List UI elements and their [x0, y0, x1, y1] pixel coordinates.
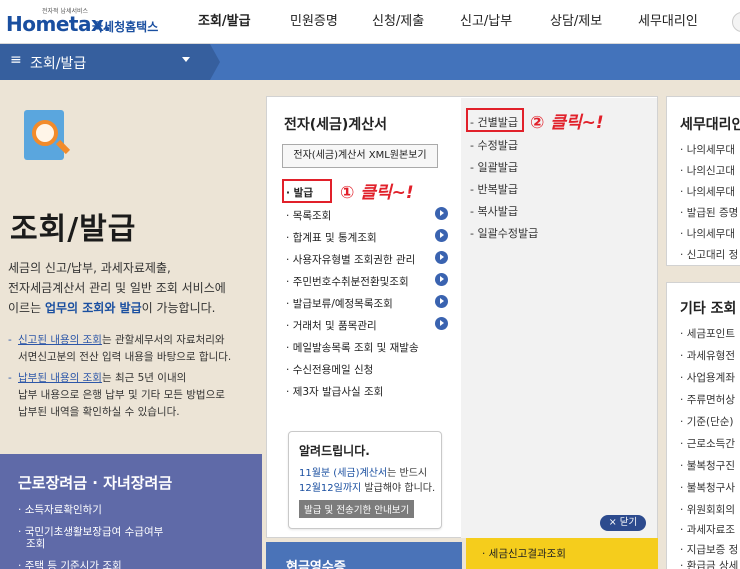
arrow-right-icon[interactable] — [435, 295, 448, 308]
menu-dropdown-label: 조회/발급 — [30, 56, 87, 72]
other-inquiry-link[interactable]: 환급금 상세 — [680, 558, 739, 569]
section-title-e-invoice: 전자(세금)계산서 — [284, 117, 387, 133]
other-inquiry-link[interactable]: 과세유형전 — [680, 348, 735, 363]
nav-report-pay[interactable]: 신고/납부 — [460, 0, 512, 44]
nav-apply-submit[interactable]: 신청/제출 — [372, 0, 424, 44]
menu-item-list-inquiry[interactable]: 목록조회 — [286, 208, 332, 223]
menu-dropdown[interactable]: ≡ 조회/발급 — [0, 44, 210, 80]
menu-arrow-decoration — [210, 44, 220, 80]
close-button[interactable]: × 닫기 — [600, 515, 646, 531]
arrow-right-icon[interactable] — [435, 207, 448, 220]
menu-item-receive-mail[interactable]: 수신전용메일 신청 — [286, 362, 374, 377]
other-inquiry-link[interactable]: 지급보증 정 — [680, 542, 739, 557]
arrow-right-icon[interactable] — [435, 317, 448, 330]
chevron-down-icon — [182, 57, 190, 62]
tax-agent-link[interactable]: 나의세무대 — [680, 184, 735, 199]
desc-line-2: 전자세금계산서 관리 및 일반 조회 서비스에 — [8, 281, 226, 295]
logo-korean: 국세청홈택스 — [92, 20, 159, 34]
incentive-box-title: 근로장려금 · 자녀장려금 — [18, 474, 173, 492]
more-icon[interactable] — [732, 12, 740, 32]
other-inquiry-link[interactable]: 기준(단순) — [680, 414, 734, 429]
submenu-bulk-issue[interactable]: 일괄발급 — [470, 159, 517, 175]
menu-item-third-party[interactable]: 제3자 발급사실 조회 — [286, 384, 384, 399]
link-tax-report-result[interactable]: · 세금신고결과조회 — [482, 546, 566, 561]
other-inquiry-link[interactable]: 근로소득간 — [680, 436, 735, 451]
nav-inquiry-issue[interactable]: 조회/발급 — [198, 0, 251, 44]
notice-body: 11월분 (세금)계산서는 반드시 12월12일까지 발급해야 합니다. — [299, 468, 436, 494]
submenu-bulk-revised-issue[interactable]: 일괄수정발급 — [470, 225, 538, 241]
hamburger-icon: ≡ — [10, 52, 22, 68]
highlight-box-single-issue — [466, 108, 524, 132]
incentive-box: 근로장려금 · 자녀장려금 · 소득자료확인하기 · 국민기초생활보장급여 수급… — [0, 454, 262, 569]
submenu-repeat-issue[interactable]: 반복발급 — [470, 181, 517, 197]
top-header: 전자적 납세서비스 Hometax. 국세청홈택스 조회/발급 민원증명 신청/… — [0, 0, 740, 44]
tax-agent-link[interactable]: 나의세무대 — [680, 142, 735, 157]
tax-agent-link[interactable]: 나의신고대 — [680, 163, 735, 178]
note-paid-inquiry: - 납부된 내용의 조회는 최근 5년 이내의 납부 내용으로 은행 납부 및 … — [8, 372, 225, 418]
page-title: 조회/발급 — [10, 212, 137, 247]
arrow-right-icon[interactable] — [435, 229, 448, 242]
desc-line-1: 세금의 신고/납부, 과세자료제출, — [8, 261, 171, 275]
other-inquiry-link[interactable]: 과세자료조 — [680, 522, 735, 537]
menu-item-summary-stats[interactable]: 합계표 및 통계조회 — [286, 230, 377, 245]
incentive-link-housing-price[interactable]: · 주택 등 기준시가 조회 — [18, 558, 122, 569]
menu-item-mail-resend[interactable]: 메일발송목록 조회 및 재발송 — [286, 340, 419, 355]
other-inquiry-link[interactable]: 불복청구사 — [680, 480, 735, 495]
menu-item-partner-product[interactable]: 거래처 및 품목관리 — [286, 318, 377, 333]
hometax-logo[interactable]: 전자적 납세서비스 Hometax. 국세청홈택스 — [4, 6, 164, 40]
menu-item-pending-list[interactable]: 발급보류/예정목록조회 — [286, 296, 393, 311]
tax-agent-link[interactable]: 나의세무대 — [680, 226, 735, 241]
submenu-revised-issue[interactable]: 수정발급 — [470, 137, 517, 153]
other-inquiry-title: 기타 조회 — [680, 301, 737, 317]
other-inquiry-link[interactable]: 사업용계좌 — [680, 370, 735, 385]
menu-item-permission-manage[interactable]: 사용자유형별 조회권한 관리 — [286, 252, 416, 267]
other-inquiry-link[interactable]: 위원회회의 — [680, 502, 735, 517]
annotation-click-2: ② 클릭~! — [530, 113, 604, 133]
nav-civil-certificate[interactable]: 민원증명 — [290, 0, 338, 44]
submenu-copy-issue[interactable]: 복사발급 — [470, 203, 517, 219]
nav-tax-agent[interactable]: 세무대리인 — [638, 0, 698, 44]
notice-deadline-button[interactable]: 발급 및 전송기한 안내보기 — [299, 500, 415, 518]
incentive-link-basic-living-2[interactable]: 조회 — [26, 536, 45, 551]
search-document-icon — [18, 108, 72, 166]
tax-agent-link[interactable]: 신고대리 정 — [680, 247, 739, 262]
other-inquiry-link[interactable]: 세금포인트 — [680, 326, 735, 341]
tax-agent-link[interactable]: 발급된 증명 — [680, 205, 739, 220]
cash-receipt-panel: 현금영수증 — [266, 542, 462, 569]
tax-agent-title: 세무대리인 — [680, 117, 740, 133]
arrow-right-icon[interactable] — [435, 273, 448, 286]
desc-line-3: 이르는 업무의 조회와 발급이 가능합니다. — [8, 301, 216, 315]
highlight-box-issue — [282, 179, 332, 203]
other-inquiry-link[interactable]: 불복청구진 — [680, 458, 735, 473]
annotation-click-1: ① 클릭~! — [340, 183, 414, 203]
arrow-right-icon[interactable] — [435, 251, 448, 264]
note-filed-inquiry: - 신고된 내용의 조회는 관할세무서의 자료처리와 서면신고분의 전산 입력 … — [8, 334, 232, 363]
incentive-link-income[interactable]: · 소득자료확인하기 — [18, 502, 102, 517]
menu-bar: ≡ 조회/발급 — [0, 44, 740, 80]
yellow-panel: · 세금신고결과조회 — [466, 538, 658, 569]
menu-item-resident-number[interactable]: 주민번호수취분전환및조회 — [286, 274, 409, 289]
notice-title: 알려드립니다. — [299, 444, 370, 458]
cash-receipt-title: 현금영수증 — [286, 560, 346, 569]
page-description: 세금의 신고/납부, 과세자료제출, 전자세금계산서 관리 및 일반 조회 서비… — [8, 258, 258, 318]
notice-card: 알려드립니다. 11월분 (세금)계산서는 반드시 12월12일까지 발급해야 … — [288, 431, 442, 529]
other-inquiry-link[interactable]: 주류면허상 — [680, 392, 735, 407]
nav-consult[interactable]: 상담/제보 — [550, 0, 602, 44]
xml-view-button[interactable]: 전자(세금)계산서 XML원본보기 — [282, 144, 438, 168]
